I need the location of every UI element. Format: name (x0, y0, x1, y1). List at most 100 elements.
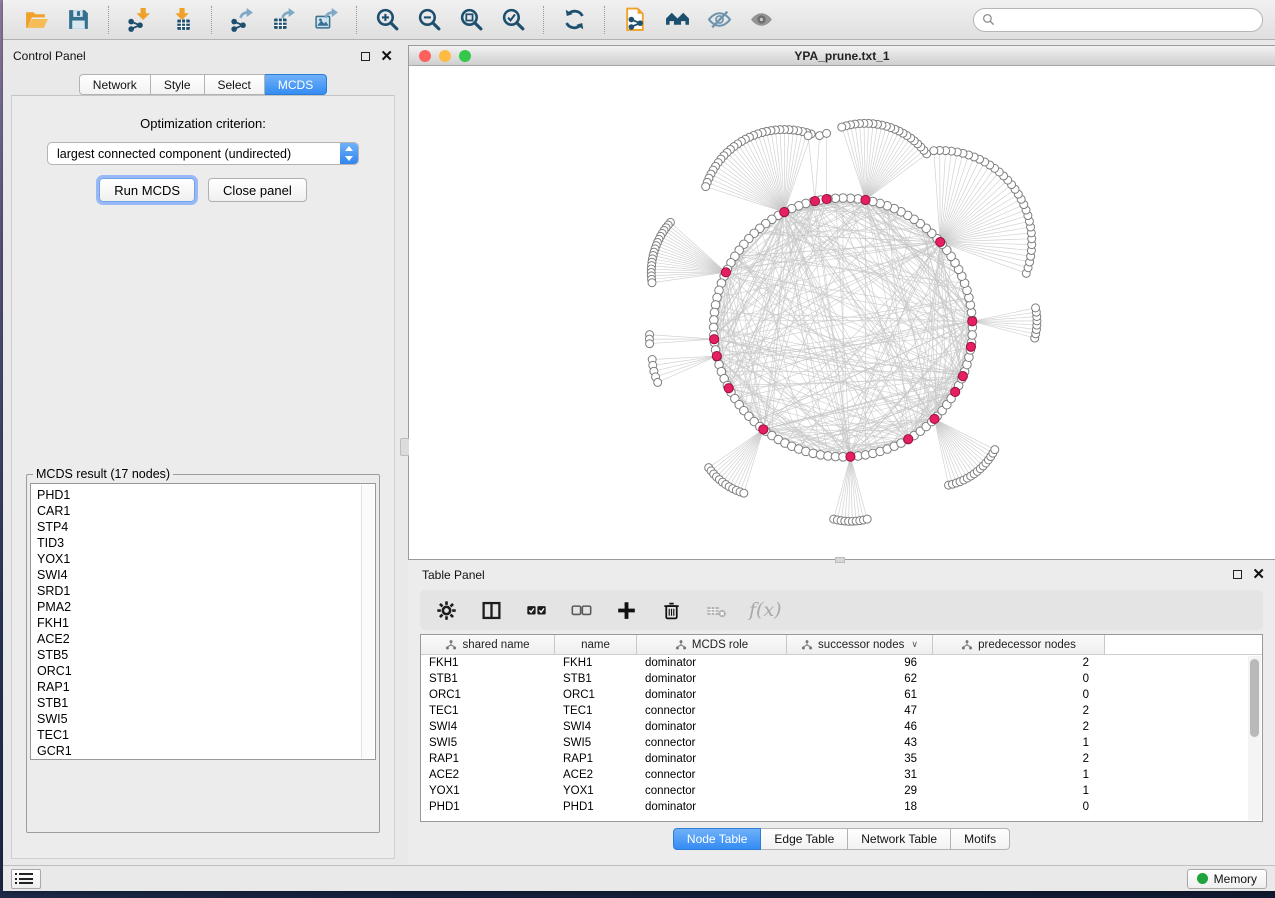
show-column-icon[interactable] (479, 598, 503, 622)
zoom-fit-icon[interactable] (455, 5, 487, 35)
delete-table-icon (704, 598, 728, 622)
mcds-result-item[interactable]: STB1 (37, 695, 375, 711)
column-header-MCDS-role[interactable]: MCDS role (637, 635, 787, 654)
mcds-result-list[interactable]: PHD1CAR1STP4TID3YOX1SWI4SRD1PMA2FKH1ACE2… (30, 483, 376, 760)
table-scrollbar[interactable] (1248, 656, 1261, 820)
mcds-result-item[interactable]: SWI5 (37, 711, 375, 727)
table-options-icon[interactable] (434, 598, 458, 622)
vertical-splitter[interactable] (403, 40, 408, 865)
search-input[interactable] (1000, 13, 1254, 27)
mcds-result-item[interactable]: ORC1 (37, 663, 375, 679)
table-tab-network-table[interactable]: Network Table (848, 828, 951, 850)
table-row[interactable]: PHD1PHD1dominator180 (421, 799, 1262, 815)
mcds-result-item[interactable]: STP4 (37, 519, 375, 535)
close-panel-icon[interactable]: ✕ (380, 52, 393, 61)
deselect-all-icon[interactable] (569, 598, 593, 622)
zoom-out-icon[interactable] (413, 5, 445, 35)
table-row[interactable]: ACE2ACE2connector311 (421, 767, 1262, 783)
tab-style[interactable]: Style (151, 74, 205, 95)
dropdown-arrows-icon (340, 143, 358, 164)
table-tab-motifs[interactable]: Motifs (951, 828, 1010, 850)
table-panel: Table Panel ✕ f(x) shared namenameMCDS r… (408, 560, 1275, 865)
import-network-icon[interactable] (123, 5, 155, 35)
table-row[interactable]: ORC1ORC1dominator610 (421, 687, 1262, 703)
network-view-frame: YPA_prune.txt_1 (408, 45, 1275, 560)
zoom-selected-icon[interactable] (497, 5, 529, 35)
table-cell: 2 (933, 657, 1105, 669)
table-cell: SWI4 (555, 721, 637, 733)
table-row[interactable]: RAP1RAP1dominator352 (421, 751, 1262, 767)
node-table-header: shared namenameMCDS rolesuccessor nodes∨… (421, 635, 1262, 655)
run-mcds-button[interactable]: Run MCDS (99, 178, 195, 202)
save-session-icon[interactable] (62, 5, 94, 35)
mcds-result-item[interactable]: SWI4 (37, 567, 375, 583)
export-network-icon[interactable] (226, 5, 258, 35)
table-row[interactable]: TEC1TEC1connector472 (421, 703, 1262, 719)
list-icon (19, 873, 33, 884)
mcds-result-item[interactable]: CAR1 (37, 503, 375, 519)
mcds-result-item[interactable]: TEC1 (37, 727, 375, 743)
table-row[interactable]: SWI5SWI5connector431 (421, 735, 1262, 751)
table-cell: PHD1 (421, 801, 555, 813)
show-all-icon[interactable] (745, 5, 777, 35)
column-header-name[interactable]: name (555, 635, 637, 654)
table-row[interactable]: STB1STB1dominator620 (421, 671, 1262, 687)
close-table-panel-icon[interactable]: ✕ (1252, 570, 1265, 579)
horizontal-splitter-grip[interactable] (835, 557, 845, 563)
table-tab-node-table[interactable]: Node Table (673, 828, 762, 850)
table-cell: dominator (637, 801, 787, 813)
mcds-result-item[interactable]: STB5 (37, 647, 375, 663)
export-table-icon[interactable] (268, 5, 300, 35)
tab-select[interactable]: Select (205, 74, 265, 95)
mcds-result-item[interactable]: FKH1 (37, 615, 375, 631)
mcds-result-scrollbar[interactable] (361, 485, 374, 758)
table-row[interactable]: SWI4SWI4dominator462 (421, 719, 1262, 735)
table-scrollbar-thumb[interactable] (1250, 659, 1259, 737)
add-column-icon[interactable] (614, 598, 638, 622)
network-graph[interactable] (409, 66, 1275, 559)
new-network-from-selection-icon[interactable] (619, 5, 651, 35)
zoom-in-icon[interactable] (371, 5, 403, 35)
float-table-panel-icon[interactable] (1233, 570, 1242, 579)
network-search-field[interactable] (973, 8, 1263, 32)
table-row[interactable]: FKH1FKH1dominator962 (421, 655, 1262, 671)
toolbar-separator (604, 6, 605, 34)
mcds-result-item[interactable]: YOX1 (37, 551, 375, 567)
find-network-icon[interactable] (661, 5, 693, 35)
select-all-icon[interactable] (524, 598, 548, 622)
delete-column-icon[interactable] (659, 598, 683, 622)
tab-mcds[interactable]: MCDS (265, 74, 327, 95)
table-cell: YOX1 (555, 785, 637, 797)
export-image-icon[interactable] (310, 5, 342, 35)
column-header-predecessor-nodes[interactable]: predecessor nodes (933, 635, 1105, 654)
node-table[interactable]: shared namenameMCDS rolesuccessor nodes∨… (420, 634, 1263, 822)
table-cell: 35 (787, 753, 933, 765)
criterion-dropdown[interactable]: largest connected component (undirected) (47, 142, 359, 165)
tab-network[interactable]: Network (79, 74, 151, 95)
column-header-shared-name[interactable]: shared name (421, 635, 555, 654)
mcds-result-item[interactable]: PMA2 (37, 599, 375, 615)
mcds-result-item[interactable]: GCR1 (37, 743, 375, 759)
float-panel-icon[interactable] (361, 52, 370, 61)
hide-selected-icon[interactable] (703, 5, 735, 35)
table-row[interactable]: YOX1YOX1connector291 (421, 783, 1262, 799)
network-canvas[interactable] (409, 66, 1275, 559)
table-tab-edge-table[interactable]: Edge Table (761, 828, 848, 850)
apply-layout-icon[interactable] (558, 5, 590, 35)
open-session-icon[interactable] (20, 5, 52, 35)
mcds-result-item[interactable]: SRD1 (37, 583, 375, 599)
column-header-successor-nodes[interactable]: successor nodes∨ (787, 635, 933, 654)
panels-menu-button[interactable] (11, 869, 41, 889)
table-cell: 43 (787, 737, 933, 749)
control-panel-title: Control Panel (13, 49, 86, 63)
mcds-result-item[interactable]: PHD1 (37, 487, 375, 503)
close-panel-button[interactable]: Close panel (208, 178, 307, 202)
mcds-result-item[interactable]: TID3 (37, 535, 375, 551)
mcds-result-item[interactable]: RAP1 (37, 679, 375, 695)
table-cell: 29 (787, 785, 933, 797)
mcds-result-item[interactable]: ACE2 (37, 631, 375, 647)
import-table-icon[interactable] (165, 5, 197, 35)
mcds-result-title: MCDS result (17 nodes) (33, 467, 173, 481)
toolbar-icons (15, 5, 782, 35)
memory-button[interactable]: Memory (1187, 869, 1267, 889)
